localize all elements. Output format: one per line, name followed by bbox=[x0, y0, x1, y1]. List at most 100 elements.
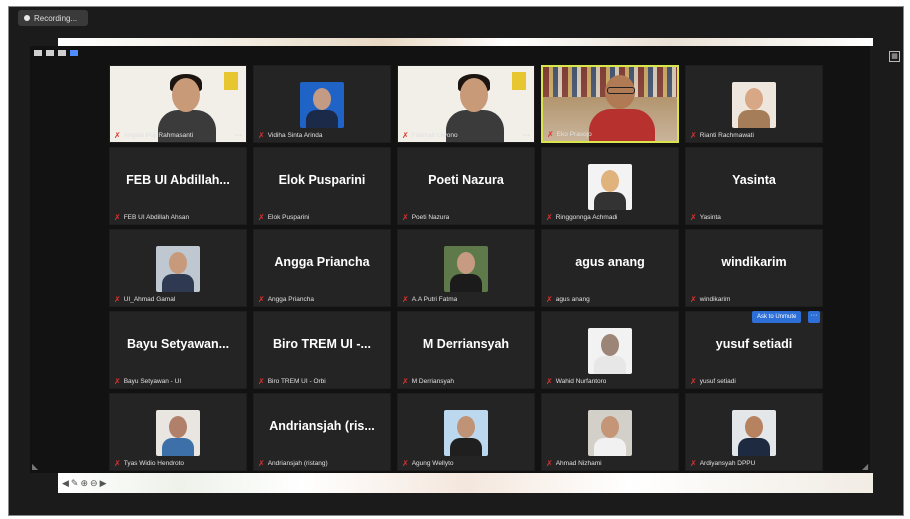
participant-name: Ringgonnga Achmadi bbox=[555, 214, 618, 221]
resize-grip-left-icon[interactable]: ◣ bbox=[32, 462, 38, 471]
muted-mic-icon: ✗ bbox=[258, 459, 265, 468]
zoom-icon[interactable]: ⊕ bbox=[80, 478, 88, 489]
tile-more-icon[interactable]: ··· bbox=[523, 132, 530, 139]
participant-tile[interactable]: FEB UI Abdillah... ✗ FEB UI Abdillah Ahsan bbox=[109, 147, 247, 225]
participant-name: Biro TREM UI - Orbi bbox=[267, 378, 326, 385]
participant-tile[interactable]: ✗ Agung Wellyto bbox=[397, 393, 535, 471]
participant-display-name: agus anang bbox=[575, 255, 645, 269]
resize-grip-right-icon[interactable]: ◢ bbox=[862, 462, 868, 471]
recording-label: Recording... bbox=[34, 13, 78, 23]
participant-name-label: ✗ Eko Prasojo bbox=[547, 130, 592, 139]
back-icon[interactable]: ◀ bbox=[62, 478, 69, 489]
slide-toolbar: ◀ ✎ ⊕ ⊖ ▶ bbox=[62, 478, 106, 489]
participant-tile[interactable]: ✗ Fatimah Liwono ··· bbox=[397, 65, 535, 143]
participant-name: windikarim bbox=[699, 296, 731, 303]
participant-avatar bbox=[444, 246, 488, 292]
participant-name-label: ✗ A.A Putri Fatma bbox=[402, 295, 457, 304]
participant-avatar bbox=[300, 82, 344, 128]
pen-icon[interactable]: ✎ bbox=[71, 478, 79, 489]
muted-mic-icon: ✗ bbox=[258, 131, 265, 140]
participant-tile[interactable]: M Derriansyah ✗ M Derriansyah bbox=[397, 311, 535, 389]
participant-tile[interactable]: Yasinta ✗ Yasinta bbox=[685, 147, 823, 225]
participant-tile[interactable]: Angga Priancha ✗ Angga Priancha bbox=[253, 229, 391, 307]
participant-name: Angela Puji Rahmasanti bbox=[123, 132, 194, 139]
gallery-view-icon[interactable] bbox=[70, 50, 78, 56]
muted-mic-icon: ✗ bbox=[402, 295, 409, 304]
participant-tile[interactable]: ✗ Vidiha Sinta Arinda bbox=[253, 65, 391, 143]
university-logo-icon bbox=[224, 72, 238, 90]
participant-avatar bbox=[156, 410, 200, 456]
participant-name-label: ✗ Andriansjah (ristang) bbox=[258, 459, 328, 468]
participant-name-label: ✗ UI_Ahmad Gamal bbox=[114, 295, 175, 304]
participant-avatar bbox=[588, 164, 632, 210]
participant-name: Fatimah Liwono bbox=[411, 132, 458, 139]
tile-more-icon[interactable]: ··· bbox=[235, 132, 242, 139]
participant-name: Tyas Widio Hendroto bbox=[123, 460, 185, 467]
person-figure bbox=[589, 109, 655, 141]
participant-tile[interactable]: Andriansjah (ris... ✗ Andriansjah (ristang… bbox=[253, 393, 391, 471]
participant-avatar bbox=[588, 410, 632, 456]
muted-mic-icon: ✗ bbox=[114, 131, 121, 140]
muted-mic-icon: ✗ bbox=[546, 377, 553, 386]
participant-name-label: ✗ Angela Puji Rahmasanti bbox=[114, 131, 193, 140]
participant-tile[interactable]: ✗ UI_Ahmad Gamal bbox=[109, 229, 247, 307]
grid-layout-icon[interactable]: ▦ bbox=[889, 51, 900, 62]
muted-mic-icon: ✗ bbox=[402, 131, 409, 140]
participant-tile[interactable]: Elok Pusparini ✗ Elok Pusparini bbox=[253, 147, 391, 225]
participant-display-name: Poeti Nazura bbox=[428, 173, 504, 187]
muted-mic-icon: ✗ bbox=[690, 377, 697, 386]
participant-tile[interactable]: ✗ Tyas Widio Hendroto bbox=[109, 393, 247, 471]
participant-tile[interactable]: ✗ A.A Putri Fatma bbox=[397, 229, 535, 307]
muted-mic-icon: ✗ bbox=[258, 295, 265, 304]
view-icon[interactable] bbox=[46, 50, 54, 56]
participant-tile[interactable]: Bayu Setyawan... ✗ Bayu Setyawan - UI bbox=[109, 311, 247, 389]
participant-name-label: ✗ Ringgonnga Achmadi bbox=[546, 213, 618, 222]
participant-name-label: ✗ Wahid Nurfantoro bbox=[546, 377, 606, 386]
participant-display-name: Biro TREM UI -... bbox=[273, 337, 371, 351]
participant-tile[interactable]: ✗ Rianti Rachmawati bbox=[685, 65, 823, 143]
ask-to-unmute-button[interactable]: Ask to Unmute bbox=[752, 311, 802, 323]
minimize-icon[interactable] bbox=[34, 50, 42, 56]
participant-grid: ✗ Angela Puji Rahmasanti ··· ✗ Vidiha Sinta … bbox=[109, 65, 823, 471]
participant-name: Bayu Setyawan - UI bbox=[123, 378, 182, 385]
participant-name: Andriansjah (ristang) bbox=[267, 460, 328, 467]
participant-tile[interactable]: ✗ Ahmad Nizhami bbox=[541, 393, 679, 471]
muted-mic-icon: ✗ bbox=[690, 459, 697, 468]
participant-tile[interactable]: ✗ Wahid Nurfantoro bbox=[541, 311, 679, 389]
participant-tile[interactable]: windikarim ✗ windikarim bbox=[685, 229, 823, 307]
forward-icon[interactable]: ▶ bbox=[100, 478, 107, 489]
muted-mic-icon: ✗ bbox=[546, 295, 553, 304]
participant-display-name: Andriansjah (ris... bbox=[269, 419, 375, 433]
participant-name: Elok Pusparini bbox=[267, 214, 310, 221]
participant-display-name: FEB UI Abdillah... bbox=[126, 173, 230, 187]
participant-name: yusuf setiadi bbox=[699, 378, 736, 385]
participant-avatar bbox=[732, 82, 776, 128]
recording-indicator: Recording... bbox=[18, 10, 88, 26]
participant-more-button[interactable]: ··· bbox=[808, 311, 820, 323]
participant-display-name: Elok Pusparini bbox=[278, 173, 366, 187]
participant-tile[interactable]: ✗ Angela Puji Rahmasanti ··· bbox=[109, 65, 247, 143]
participant-name: Ardiyansyah DPPU bbox=[699, 460, 756, 467]
person-head bbox=[460, 78, 488, 112]
participant-name: Agung Wellyto bbox=[411, 460, 454, 467]
participant-tile[interactable]: ✗ Eko Prasojo bbox=[541, 65, 679, 143]
muted-mic-icon: ✗ bbox=[258, 213, 265, 222]
participant-tile[interactable]: Poeti Nazura ✗ Poeti Nazura bbox=[397, 147, 535, 225]
participant-name: Ahmad Nizhami bbox=[555, 460, 602, 467]
more-icon[interactable]: ⊖ bbox=[90, 478, 98, 489]
muted-mic-icon: ✗ bbox=[546, 213, 553, 222]
participant-name-label: ✗ agus anang bbox=[546, 295, 590, 304]
participant-tile[interactable]: Biro TREM UI -... ✗ Biro TREM UI - Orbi bbox=[253, 311, 391, 389]
participant-tile[interactable]: ✗ Ardiyansyah DPPU bbox=[685, 393, 823, 471]
participant-name-label: ✗ Biro TREM UI - Orbi bbox=[258, 377, 326, 386]
muted-mic-icon: ✗ bbox=[402, 377, 409, 386]
muted-mic-icon: ✗ bbox=[690, 295, 697, 304]
participant-name: M Derriansyah bbox=[411, 378, 454, 385]
participant-tile[interactable]: ✗ Ringgonnga Achmadi bbox=[541, 147, 679, 225]
list-icon[interactable] bbox=[58, 50, 66, 56]
participant-name: Poeti Nazura bbox=[411, 214, 450, 221]
participant-display-name: Bayu Setyawan... bbox=[126, 337, 230, 351]
participant-avatar bbox=[732, 410, 776, 456]
participant-name: Rianti Rachmawati bbox=[699, 132, 754, 139]
participant-tile[interactable]: agus anang ✗ agus anang bbox=[541, 229, 679, 307]
